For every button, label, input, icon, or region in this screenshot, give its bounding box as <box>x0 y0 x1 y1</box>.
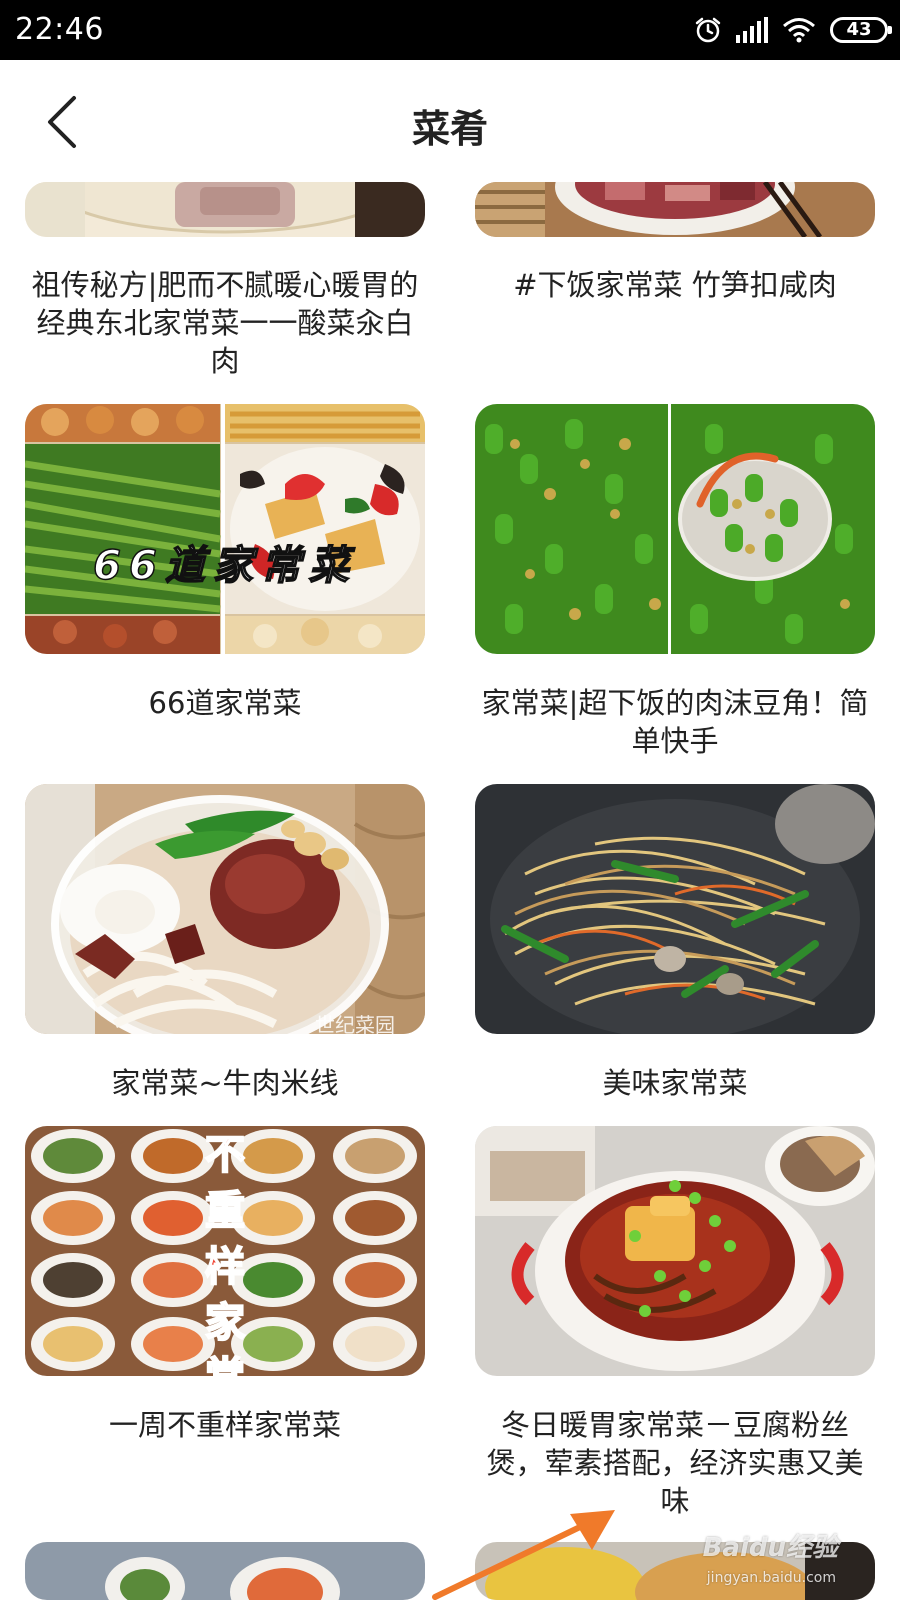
recipe-image <box>475 784 875 1034</box>
recipe-card[interactable]: 家常菜|超下饭的肉沫豆角！简单快手 <box>475 404 875 764</box>
recipe-title: 一周不重样家常菜 <box>108 1408 341 1442</box>
app-header: 菜肴 <box>0 60 900 182</box>
recipe-card[interactable]: 不重样家常 一周不重样家常菜 <box>25 1126 425 1466</box>
wifi-icon <box>783 18 815 43</box>
recipe-card[interactable]: 祖传秘方|肥而不腻暖心暖胃的经典东北家常菜一一酸菜汆白肉 <box>25 182 425 382</box>
recipe-card[interactable]: 冬日暖胃家常菜－豆腐粉丝煲，荤素搭配，经济实惠又美味 <box>475 1126 875 1526</box>
recipe-image: 66道家常菜 <box>25 404 425 654</box>
recipe-card[interactable]: 世纪菜园 家常菜~牛肉米线 <box>25 784 425 1104</box>
status-bar: 22:46 43 <box>0 0 900 60</box>
recipe-title: 家常菜~牛肉米线 <box>111 1066 339 1100</box>
recipe-title: 祖传秘方|肥而不腻暖心暖胃的经典东北家常菜一一酸菜汆白肉 <box>31 268 419 378</box>
recipe-image <box>475 404 875 654</box>
recipe-image <box>25 1542 425 1600</box>
signal-icon <box>736 17 768 43</box>
battery-icon: 43 <box>830 17 892 43</box>
recipe-card[interactable]: 美味家常菜 <box>475 784 875 1104</box>
recipe-card[interactable]: 66道家常菜 66道家常菜 <box>25 404 425 764</box>
recipe-title: #下饭家常菜 竹笋扣咸肉 <box>513 268 837 302</box>
recipe-image <box>475 1126 875 1376</box>
recipe-card[interactable]: #下饭家常菜 竹笋扣咸肉 <box>475 182 875 382</box>
recipe-title: 家常菜|超下饭的肉沫豆角！简单快手 <box>481 686 869 758</box>
alarm-icon <box>695 17 721 43</box>
status-icons: 43 <box>694 14 892 46</box>
watermark: Baidu经验 <box>702 1533 838 1563</box>
image-overlay-text: 不重样家常 <box>205 1132 245 1376</box>
recipe-image <box>25 182 425 237</box>
image-overlay-text: 世纪菜园 <box>315 1013 395 1034</box>
recipe-card[interactable] <box>25 1542 425 1600</box>
recipe-image: 不重样家常 <box>25 1126 425 1376</box>
watermark-subtext: jingyan.baidu.com <box>706 1570 836 1586</box>
image-overlay-text: 66道家常菜 <box>93 543 357 589</box>
status-time: 22:46 <box>15 12 104 47</box>
recipe-title: 66道家常菜 <box>148 686 302 720</box>
recipe-title: 美味家常菜 <box>602 1066 748 1100</box>
recipe-feed[interactable]: 祖传秘方|肥而不腻暖心暖胃的经典东北家常菜一一酸菜汆白肉 #下饭家常菜 竹笋扣咸… <box>0 182 900 1600</box>
recipe-image <box>475 182 875 237</box>
recipe-image: 世纪菜园 <box>25 784 425 1034</box>
annotation-arrow <box>432 1510 615 1600</box>
page-title: 菜肴 <box>411 107 488 151</box>
